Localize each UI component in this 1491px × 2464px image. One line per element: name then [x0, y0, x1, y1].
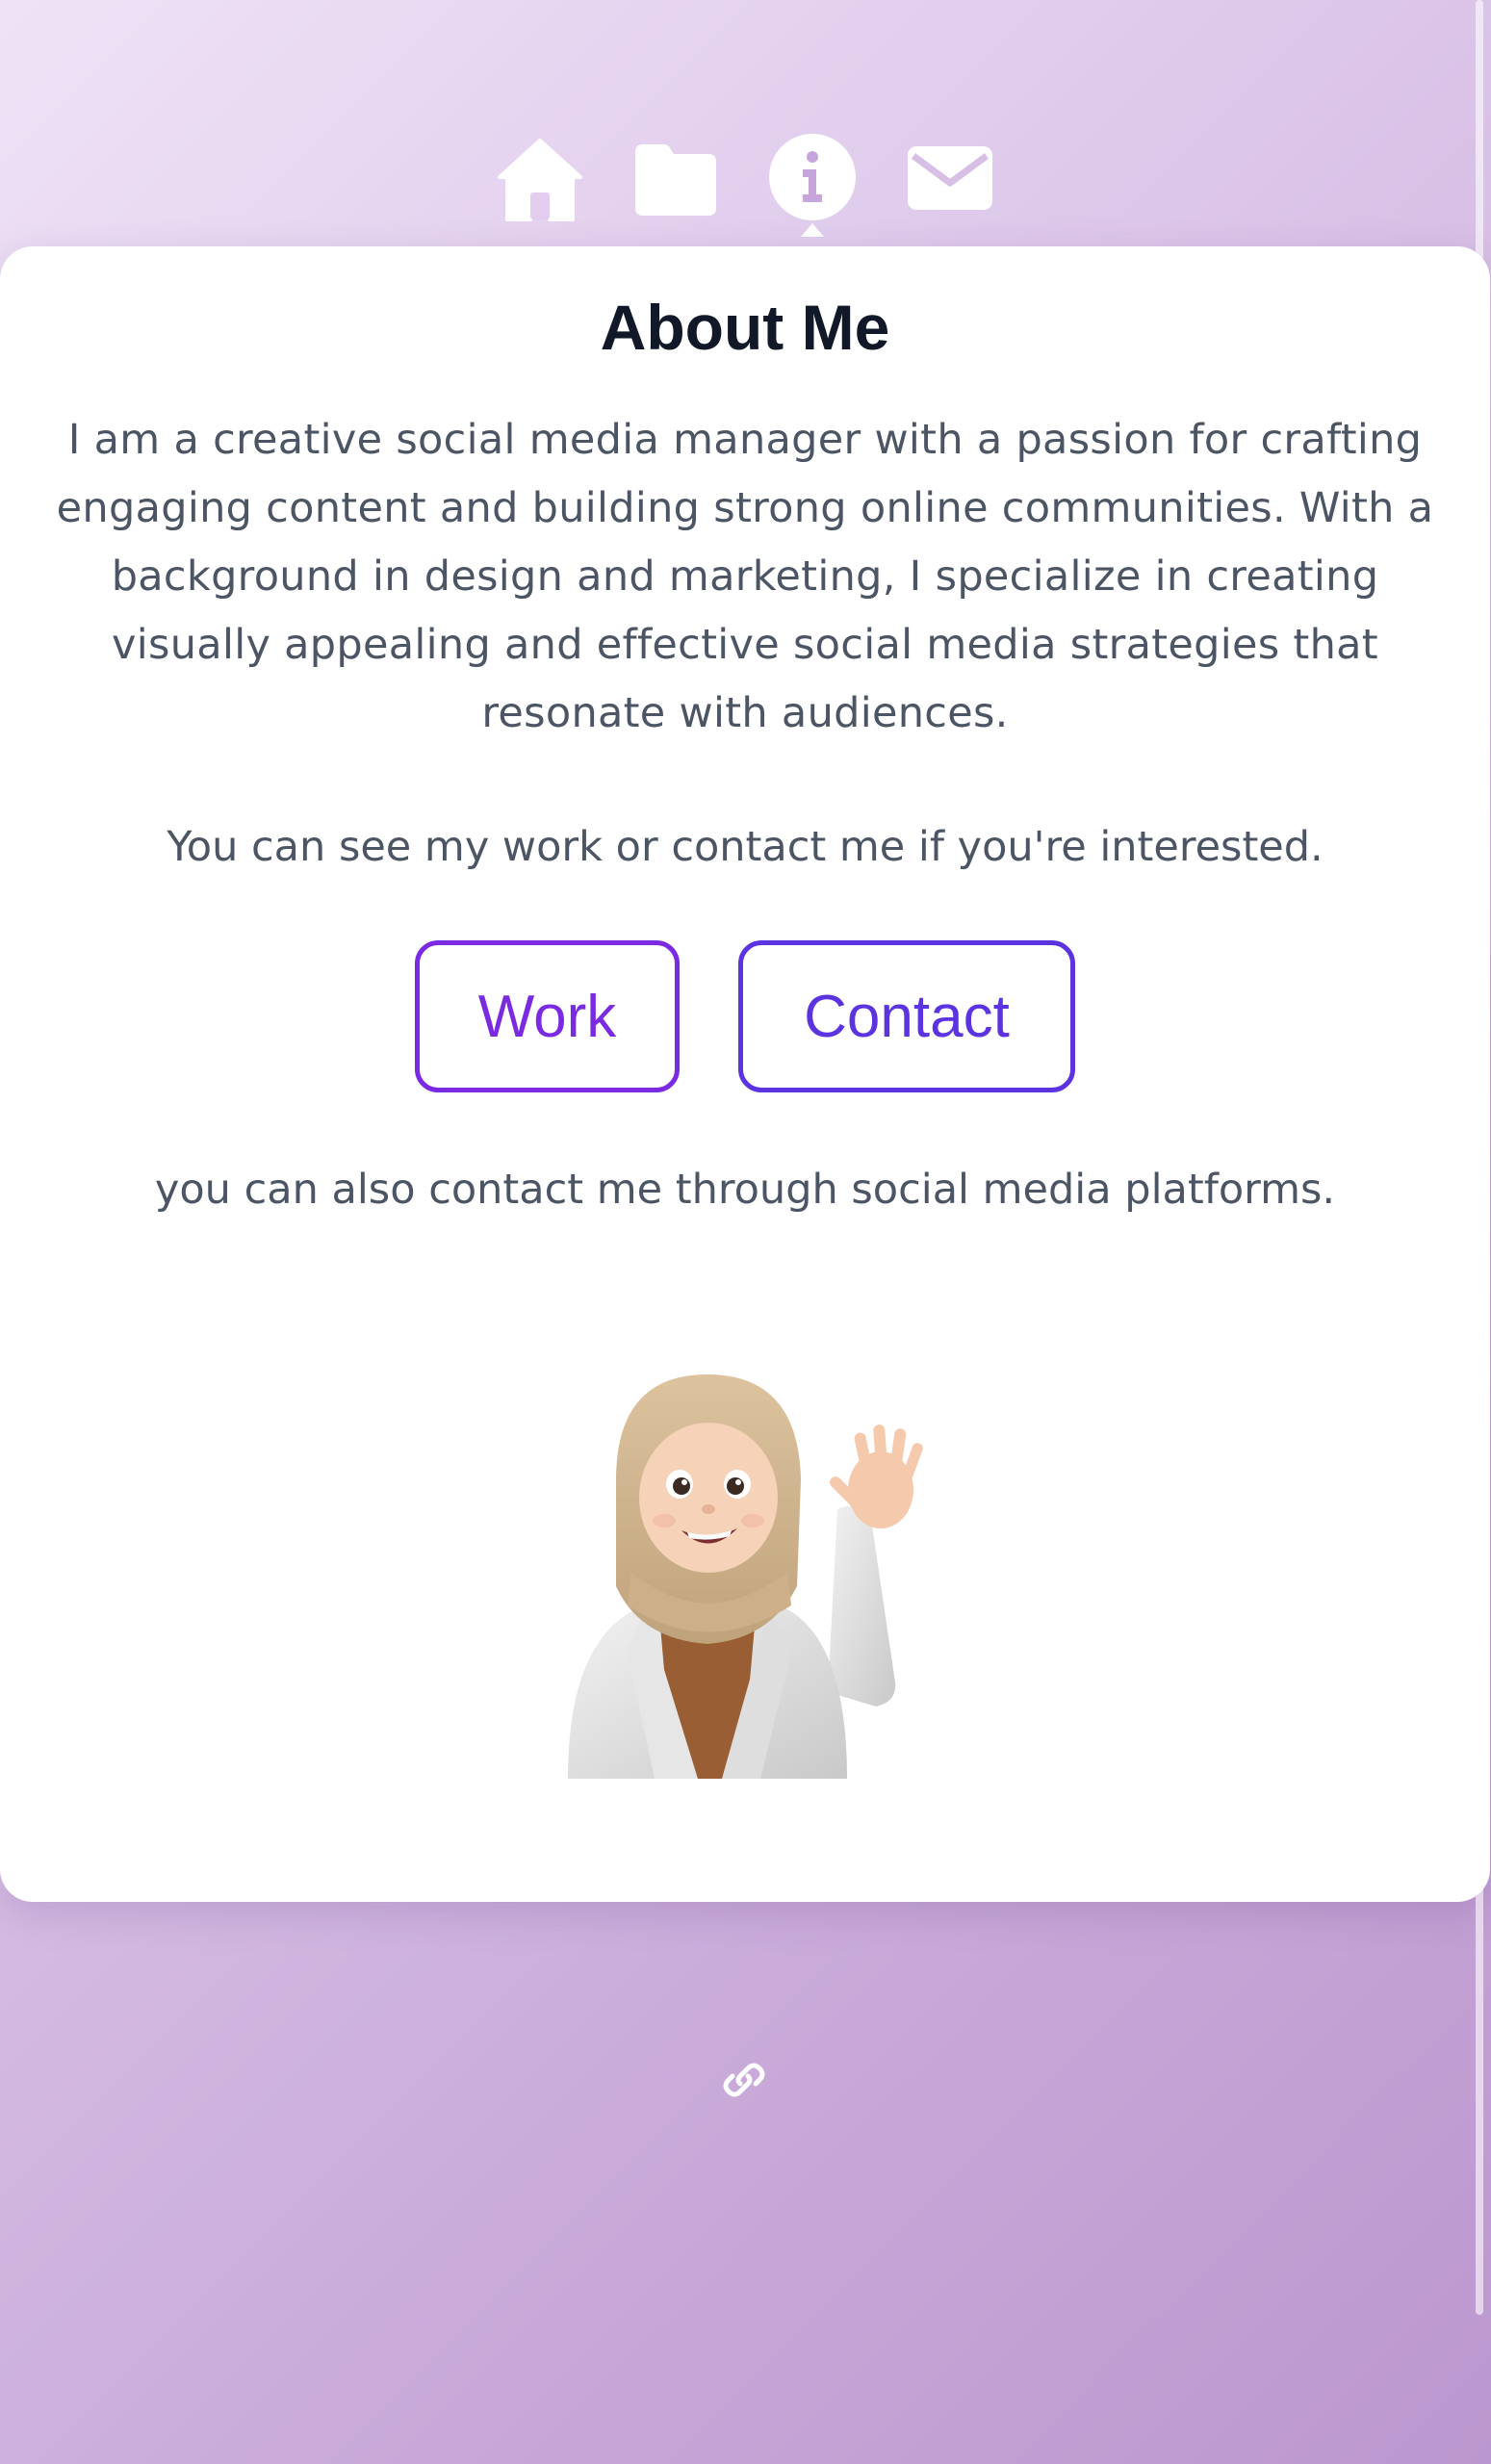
home-icon — [498, 139, 582, 221]
top-nav — [0, 133, 1491, 237]
waving-avatar — [539, 1365, 953, 1779]
cta-buttons: Work Contact — [0, 940, 1490, 1100]
link-icon — [723, 2063, 765, 2097]
nav-work[interactable] — [631, 135, 720, 223]
page-title: About Me — [600, 292, 890, 363]
avatar-illustration — [568, 1374, 923, 1779]
folder-icon — [635, 144, 716, 216]
bio-text: I am a creative social media manager wit… — [56, 416, 1434, 737]
info-icon — [769, 134, 856, 220]
nav-contact[interactable] — [906, 135, 994, 223]
nav-home[interactable] — [496, 135, 584, 223]
work-button[interactable]: Work — [415, 940, 680, 1092]
social-note-text: you can also contact me through social m… — [154, 1166, 1336, 1214]
active-indicator — [801, 223, 824, 237]
contact-button[interactable]: Contact — [738, 940, 1075, 1092]
invite-text: You can see my work or contact me if you… — [167, 823, 1324, 871]
about-card: About Me I am a creative social media ma… — [0, 246, 1490, 1902]
scrollbar[interactable] — [1476, 0, 1483, 2315]
link-button[interactable] — [717, 2053, 771, 2107]
nav-about[interactable] — [768, 133, 857, 237]
envelope-icon — [908, 146, 992, 210]
